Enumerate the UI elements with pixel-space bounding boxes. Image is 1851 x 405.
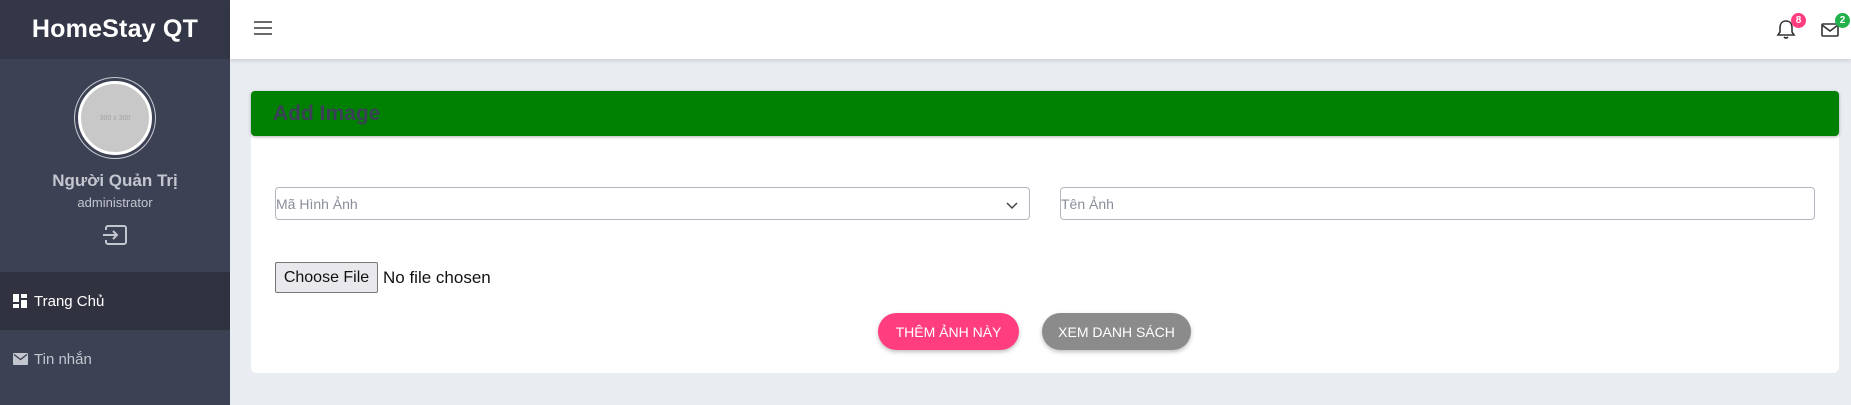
chevron-down-icon xyxy=(1006,202,1018,210)
notifications-button[interactable]: 8 xyxy=(1776,13,1806,40)
image-name-field[interactable] xyxy=(1060,187,1815,220)
topbar: 8 2 xyxy=(230,0,1851,59)
page-title: Add Image xyxy=(273,101,381,125)
dashboard-icon xyxy=(12,293,28,309)
sidebar: HomeStay QT 300 x 300 Người Quản Trị adm… xyxy=(0,0,230,405)
choose-file-button[interactable]: Choose File xyxy=(275,262,378,293)
brand-logo[interactable]: HomeStay QT xyxy=(0,0,230,59)
menu-toggle-icon[interactable] xyxy=(252,18,274,38)
image-name-input[interactable] xyxy=(1061,188,1814,219)
logout-icon[interactable] xyxy=(102,224,128,246)
view-list-button[interactable]: XEM DANH SÁCH xyxy=(1042,313,1191,350)
card-header: Add Image xyxy=(251,91,1839,136)
user-name: Người Quản Trị xyxy=(52,171,178,190)
sidebar-item-label: Trang Chủ xyxy=(34,292,105,310)
file-status: No file chosen xyxy=(383,267,491,287)
user-profile: 300 x 300 Người Quản Trị administrator xyxy=(0,59,230,272)
user-role: administrator xyxy=(77,195,153,210)
sidebar-item-messages[interactable]: Tin nhắn xyxy=(0,330,230,388)
add-image-button[interactable]: THÊM ẢNH NÀY xyxy=(878,313,1019,350)
sidebar-item-label: Tin nhắn xyxy=(34,350,92,368)
mail-icon xyxy=(12,351,28,367)
notification-count-badge: 8 xyxy=(1791,13,1806,28)
messages-button[interactable]: 2 xyxy=(1820,13,1850,40)
add-image-card: Add Image Mã Hình Ảnh Choose File No fil… xyxy=(251,91,1839,373)
avatar-placeholder-text: 300 x 300 xyxy=(99,114,131,122)
message-count-badge: 2 xyxy=(1835,13,1850,28)
image-code-placeholder: Mã Hình Ảnh xyxy=(276,195,358,212)
avatar: 300 x 300 xyxy=(78,81,152,155)
image-code-select[interactable]: Mã Hình Ảnh xyxy=(275,187,1030,220)
sidebar-item-home[interactable]: Trang Chủ xyxy=(0,272,230,330)
file-upload: Choose File No file chosen xyxy=(275,262,491,293)
